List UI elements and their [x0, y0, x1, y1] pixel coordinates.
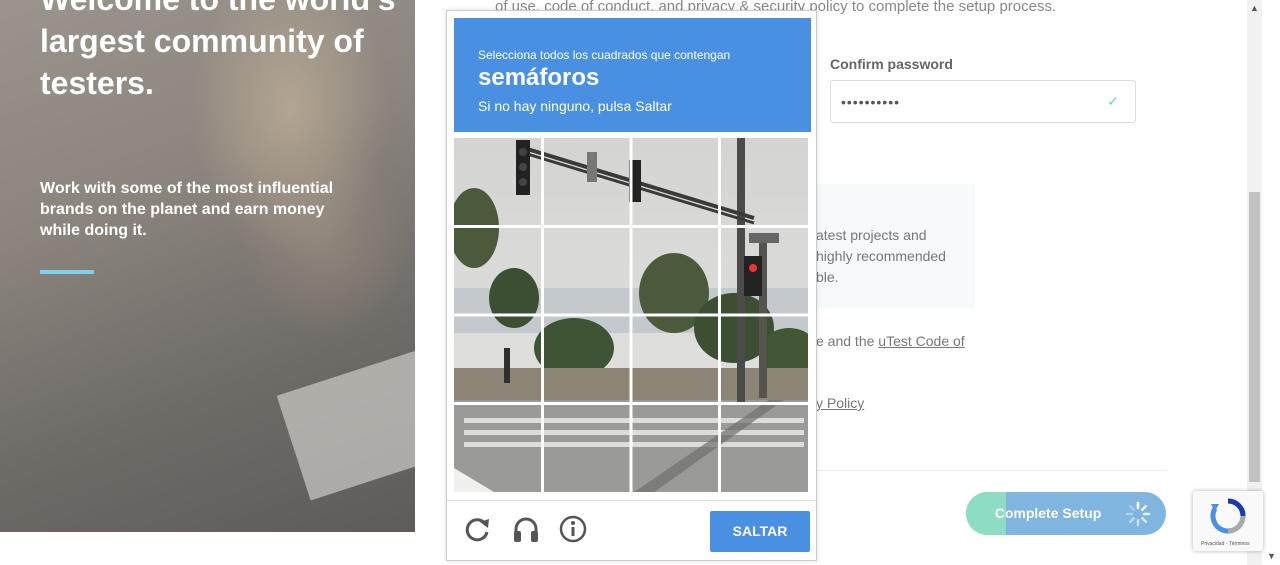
- scroll-up-arrow-icon[interactable]: ▲: [1250, 3, 1259, 13]
- captcha-tile[interactable]: [720, 315, 809, 404]
- confirm-password-label: Confirm password: [830, 56, 953, 72]
- captcha-tile[interactable]: [720, 138, 809, 227]
- audio-challenge-icon[interactable]: [510, 513, 542, 545]
- hero-accent-line: [40, 270, 94, 274]
- confirm-password-value: ••••••••••: [841, 94, 901, 110]
- page: Welcome to the world's largest community…: [0, 0, 1280, 565]
- complete-setup-label: Complete Setup: [994, 505, 1102, 521]
- captcha-tile[interactable]: [454, 404, 543, 493]
- privacy-policy-link[interactable]: y Policy: [816, 395, 864, 411]
- complete-setup-button[interactable]: Complete Setup: [966, 492, 1166, 535]
- info-icon[interactable]: [557, 513, 589, 545]
- agree-text: e and the uTest Code of: [816, 331, 965, 352]
- skip-button[interactable]: SALTAR: [710, 511, 810, 552]
- captcha-tile[interactable]: [543, 404, 632, 493]
- captcha-instruction: Selecciona todos los cuadrados que conte…: [478, 48, 731, 62]
- captcha-target: semáforos: [478, 64, 600, 91]
- info-text: atest projects and highly recommended bl…: [816, 227, 946, 285]
- captcha-tile[interactable]: [631, 404, 720, 493]
- spinner-icon: [1125, 501, 1151, 527]
- recaptcha-terms[interactable]: Privacidad - Términos: [1201, 541, 1250, 547]
- captcha-tile[interactable]: [720, 404, 809, 493]
- hero-image-paper: [276, 349, 415, 501]
- captcha-tile[interactable]: [454, 138, 543, 227]
- scrollbar-thumb[interactable]: [1249, 192, 1260, 482]
- captcha-dialog: Selecciona todos los cuadrados que conte…: [446, 10, 817, 561]
- captcha-tile[interactable]: [631, 315, 720, 404]
- captcha-tile[interactable]: [631, 138, 720, 227]
- captcha-tile[interactable]: [454, 315, 543, 404]
- scroll-down-arrow-icon[interactable]: ▼: [1267, 551, 1276, 561]
- recaptcha-badge[interactable]: Privacidad - Términos: [1193, 491, 1263, 551]
- captcha-hint: Si no hay ninguno, pulsa Saltar: [478, 98, 672, 114]
- confirm-password-field[interactable]: •••••••••• ✓: [830, 80, 1136, 123]
- captcha-tile[interactable]: [543, 138, 632, 227]
- captcha-tile[interactable]: [454, 227, 543, 316]
- reload-icon[interactable]: [462, 513, 494, 545]
- recaptcha-logo-icon: [1210, 498, 1246, 534]
- captcha-tile[interactable]: [720, 227, 809, 316]
- hero-banner: Welcome to the world's largest community…: [0, 0, 415, 532]
- captcha-tile[interactable]: [543, 315, 632, 404]
- captcha-tile[interactable]: [543, 227, 632, 316]
- captcha-header: Selecciona todos los cuadrados que conte…: [454, 18, 811, 132]
- hero-subtitle: Work with some of the most influential b…: [40, 180, 334, 239]
- check-icon: ✓: [1107, 93, 1119, 109]
- divider: [805, 470, 1167, 471]
- captcha-tile[interactable]: [631, 227, 720, 316]
- captcha-image-grid: [454, 138, 808, 492]
- captcha-footer: SALTAR: [447, 500, 816, 560]
- agree-prefix: e and the: [816, 333, 879, 349]
- scrollbar[interactable]: [1247, 0, 1262, 565]
- code-of-conduct-link[interactable]: uTest Code of: [878, 333, 964, 349]
- hero-title: Welcome to the world's largest community…: [40, 0, 396, 101]
